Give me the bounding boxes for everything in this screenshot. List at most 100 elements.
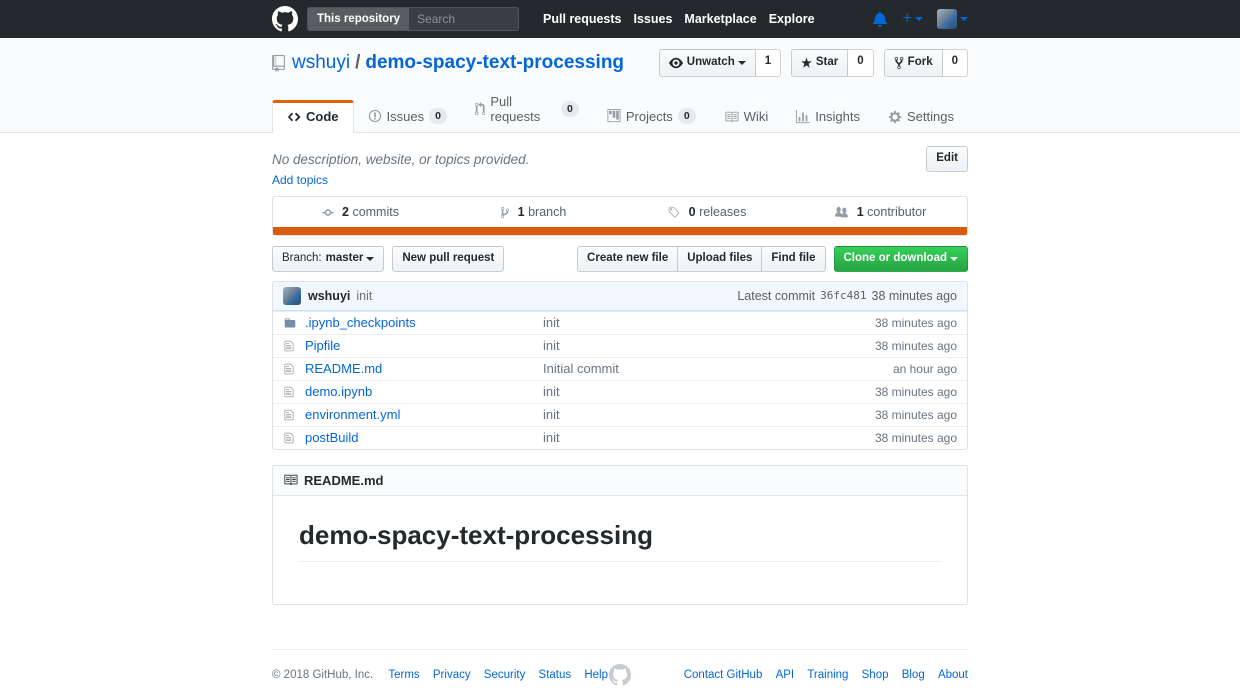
pagehead: wshuyi / demo-spacy-text-processing Unwa… [0, 38, 1240, 133]
tab-label: Settings [907, 109, 954, 124]
book-icon [724, 110, 739, 124]
nav-marketplace[interactable]: Marketplace [684, 12, 756, 26]
repo-content: No description, website, or topics provi… [272, 146, 968, 605]
footer-link-shop[interactable]: Shop [862, 669, 889, 681]
upload-files-button[interactable]: Upload files [677, 246, 762, 272]
git-branch-icon [500, 206, 510, 219]
tab-label: Pull requests [490, 94, 556, 124]
tab-label: Insights [815, 109, 860, 124]
file-link[interactable]: postBuild [305, 430, 543, 445]
find-file-button[interactable]: Find file [761, 246, 825, 272]
footer-link-api[interactable]: API [776, 669, 795, 681]
search-input[interactable] [409, 8, 518, 30]
file-commit-message[interactable]: init [543, 338, 560, 353]
tab-label: Projects [626, 109, 673, 124]
stat-label: branch [528, 205, 566, 219]
nav-issues[interactable]: Issues [634, 12, 673, 26]
file-link[interactable]: environment.yml [305, 407, 543, 422]
file-commit-message[interactable]: init [543, 384, 560, 399]
footer-link-security[interactable]: Security [484, 669, 526, 681]
stargazers-count[interactable]: 0 [848, 49, 873, 77]
readme-box: README.md demo-spacy-text-processing [272, 465, 968, 605]
file-commit-message[interactable]: Initial commit [543, 361, 619, 376]
forks-count[interactable]: 0 [943, 49, 968, 77]
table-row: demo.ipynb init 38 minutes ago [273, 380, 967, 403]
file-icon [283, 432, 295, 444]
star-button[interactable]: ★ Star [791, 49, 848, 77]
commit-sha-link[interactable]: 36fc481 [820, 289, 866, 302]
repo-icon [272, 55, 285, 72]
file-link[interactable]: Pipfile [305, 338, 543, 353]
caret-down-icon [950, 257, 958, 261]
releases-stat[interactable]: 0 releases [620, 205, 794, 219]
readme-content: demo-spacy-text-processing [273, 496, 967, 604]
language-bar[interactable] [273, 227, 967, 235]
branch-select-button[interactable]: Branch: master [272, 246, 384, 272]
repo-owner-link[interactable]: wshuyi [292, 52, 350, 74]
footer-link-training[interactable]: Training [807, 669, 848, 681]
file-icon [283, 409, 295, 421]
commit-author-link[interactable]: wshuyi [308, 289, 350, 303]
contributors-stat[interactable]: 1 contributor [794, 205, 968, 219]
tab-pull-requests[interactable]: Pull requests 0 [461, 86, 593, 132]
create-new-menu[interactable]: + [903, 10, 923, 28]
file-commit-message[interactable]: init [543, 407, 560, 422]
caret-down-icon [960, 17, 968, 21]
unwatch-label: Unwatch [687, 57, 735, 69]
github-logo-icon[interactable] [272, 6, 298, 32]
star-label: Star [816, 57, 838, 69]
fork-label: Fork [908, 57, 933, 69]
notifications-bell-icon[interactable] [873, 11, 888, 27]
footer-link-help[interactable]: Help [584, 669, 608, 681]
footer-link-blog[interactable]: Blog [902, 669, 925, 681]
add-topics-link[interactable]: Add topics [272, 173, 328, 187]
commits-stat[interactable]: 2 commits [273, 205, 447, 219]
tab-wiki[interactable]: Wiki [710, 101, 783, 132]
create-new-file-button[interactable]: Create new file [577, 246, 678, 272]
commit-author-avatar[interactable] [283, 287, 301, 305]
user-menu[interactable] [937, 9, 968, 29]
footer-link-status[interactable]: Status [539, 669, 572, 681]
projects-counter: 0 [678, 108, 696, 124]
footer-link-about[interactable]: About [938, 669, 968, 681]
edit-description-button[interactable]: Edit [926, 146, 968, 172]
file-age: 38 minutes ago [817, 385, 957, 399]
git-pull-request-icon [475, 102, 485, 116]
watchers-count[interactable]: 1 [756, 49, 781, 77]
nav-explore[interactable]: Explore [769, 12, 815, 26]
new-pull-request-button[interactable]: New pull request [392, 246, 504, 272]
file-commit-message[interactable]: init [543, 430, 560, 445]
nav-pull-requests[interactable]: Pull requests [543, 12, 622, 26]
file-link[interactable]: demo.ipynb [305, 384, 543, 399]
file-link[interactable]: README.md [305, 361, 543, 376]
branch-label: Branch: [282, 253, 322, 265]
tab-projects[interactable]: Projects 0 [593, 100, 710, 132]
footer-link-contact[interactable]: Contact GitHub [684, 669, 763, 681]
file-link[interactable]: .ipynb_checkpoints [305, 315, 543, 330]
copyright: © 2018 GitHub, Inc. [272, 669, 373, 681]
tab-settings[interactable]: Settings [874, 101, 968, 132]
people-icon [834, 206, 849, 219]
branches-stat[interactable]: 1 branch [447, 205, 621, 219]
site-footer: © 2018 GitHub, Inc. Terms Privacy Securi… [0, 649, 1240, 681]
table-row: environment.yml init 38 minutes ago [273, 403, 967, 426]
commit-message-link[interactable]: init [356, 289, 372, 303]
tab-label: Issues [387, 109, 425, 124]
clone-or-download-button[interactable]: Clone or download [834, 246, 969, 272]
table-row: .ipynb_checkpoints init 38 minutes ago [273, 311, 967, 334]
file-commit-message[interactable]: init [543, 315, 560, 330]
branch-name: master [326, 253, 364, 265]
tab-code[interactable]: Code [272, 100, 354, 133]
fork-button[interactable]: Fork [884, 49, 943, 77]
pull-requests-counter: 0 [561, 101, 579, 117]
tab-label: Code [306, 109, 339, 124]
github-mark-icon[interactable] [609, 664, 631, 686]
repo-name-link[interactable]: demo-spacy-text-processing [365, 52, 624, 74]
header-search: This repository [307, 7, 519, 31]
footer-link-privacy[interactable]: Privacy [433, 669, 471, 681]
caret-down-icon [738, 61, 746, 65]
tab-insights[interactable]: Insights [782, 101, 874, 132]
unwatch-button[interactable]: Unwatch [659, 49, 756, 77]
footer-link-terms[interactable]: Terms [388, 669, 419, 681]
tab-issues[interactable]: Issues 0 [354, 100, 461, 132]
